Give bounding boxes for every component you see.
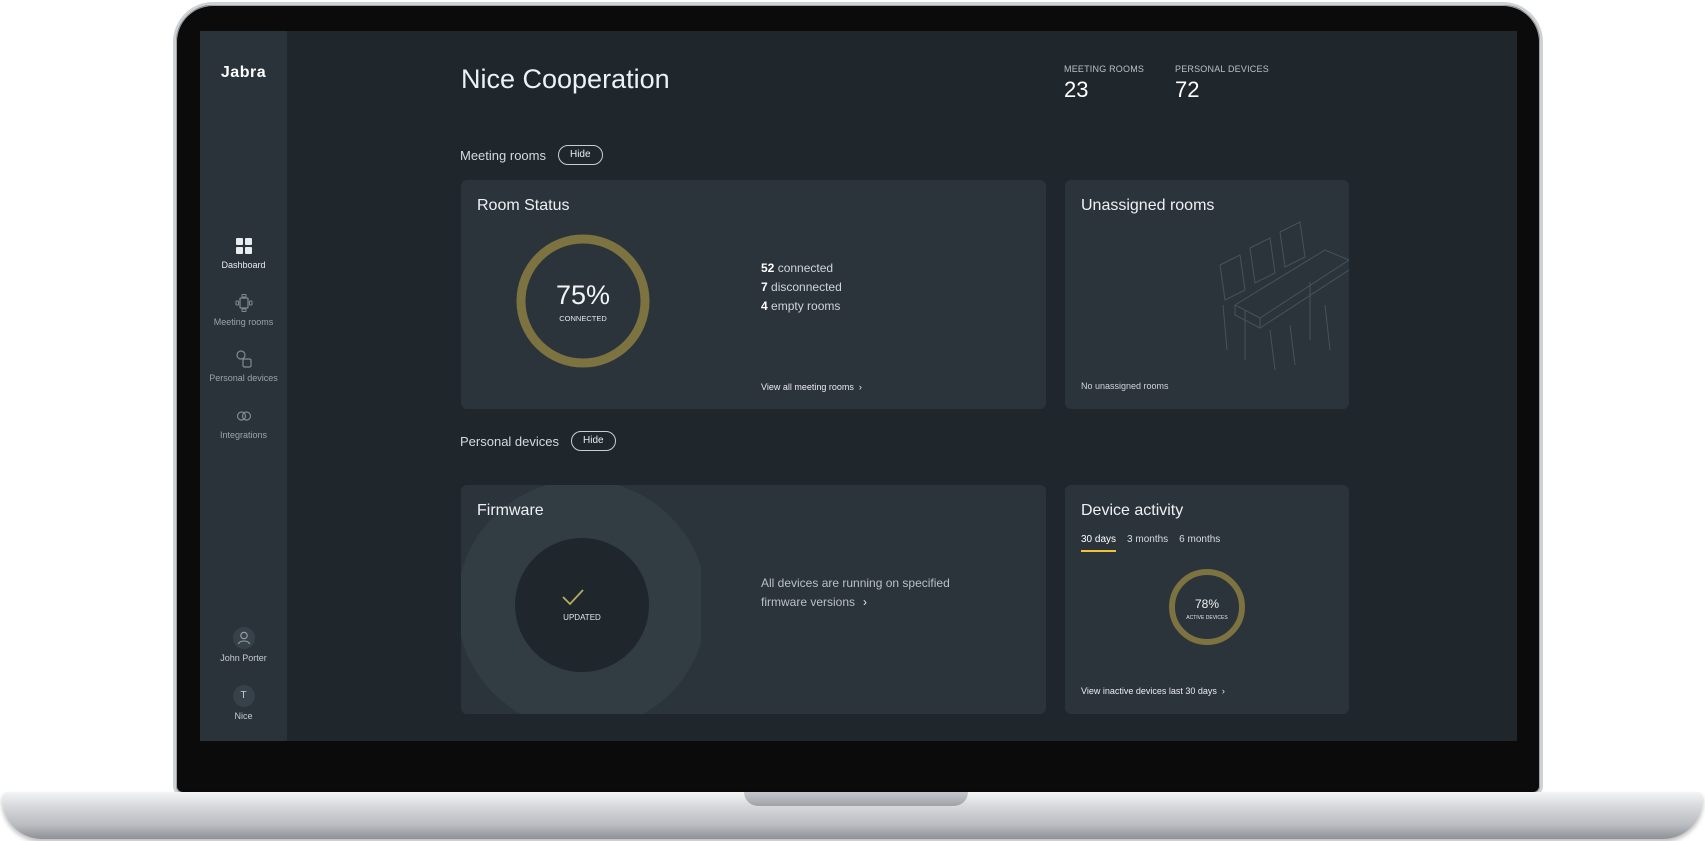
- connected-text: connected: [777, 261, 834, 275]
- view-inactive-devices-link[interactable]: View inactive devices last 30 days ›: [1081, 686, 1225, 696]
- tab-3-months[interactable]: 3 months: [1127, 534, 1168, 552]
- empty-rooms-row: 4 empty rooms: [761, 297, 842, 316]
- disconnected-text: disconnected: [771, 280, 842, 294]
- card-title: Room Status: [477, 197, 570, 214]
- stat-meeting-rooms: MEETING ROOMS 23: [1064, 64, 1144, 103]
- laptop-notch: [744, 792, 968, 806]
- chevron-right-icon: ›: [858, 382, 862, 392]
- card-title: Device activity: [1081, 502, 1184, 519]
- stat-label: PERSONAL DEVICES: [1175, 64, 1269, 74]
- link-label: View inactive devices last 30 days: [1081, 686, 1217, 696]
- org-name: Nice: [234, 711, 253, 721]
- chevron-right-icon: ›: [1221, 686, 1225, 696]
- sidebar-item-dashboard[interactable]: Dashboard: [200, 236, 287, 270]
- empty-text: empty rooms: [771, 299, 841, 313]
- firmware-message-link[interactable]: All devices are running on specified fir…: [761, 574, 981, 612]
- room-status-donut: 75% CONNECTED: [516, 234, 650, 368]
- user-icon: [232, 627, 255, 649]
- device-activity-card: Device activity 30 days 3 months 6 month…: [1065, 485, 1349, 714]
- user-profile[interactable]: John Porter: [200, 627, 287, 663]
- tab-30-days[interactable]: 30 days: [1081, 534, 1117, 552]
- donut-percent: 78%: [1195, 597, 1219, 611]
- stat-value: 72: [1175, 77, 1200, 102]
- checkmark-icon: [562, 589, 584, 606]
- stat-value: 23: [1064, 77, 1089, 102]
- donut-sub-label: CONNECTED: [559, 314, 607, 323]
- personal-devices-section-header: Personal devices Hide: [460, 431, 616, 451]
- donut-sub-label: ACTIVE DEVICES: [1186, 615, 1228, 621]
- firmware-message: All devices are running on specified fir…: [761, 576, 950, 609]
- chevron-right-icon: ›: [863, 595, 868, 609]
- user-name: John Porter: [220, 653, 267, 663]
- meeting-table-illustration: [1219, 221, 1349, 370]
- card-title: Firmware: [477, 502, 544, 519]
- connected-row: 52 connected: [761, 259, 842, 278]
- integrations-icon: [236, 411, 251, 421]
- section-title: Meeting rooms: [460, 147, 546, 163]
- view-all-meeting-rooms-link[interactable]: View all meeting rooms ›: [761, 382, 862, 392]
- dashboard-icon: [235, 238, 252, 254]
- sidebar-item-label: Personal devices: [209, 373, 278, 383]
- no-unassigned-rooms-note: No unassigned rooms: [1081, 381, 1169, 391]
- meeting-rooms-section-header: Meeting rooms Hide: [460, 145, 603, 165]
- section-title: Personal devices: [460, 433, 559, 449]
- sidebar-item-label: Integrations: [219, 430, 268, 440]
- room-status-list: 52 connected 7 disconnected 4 empty room…: [761, 259, 842, 316]
- disconnected-row: 7 disconnected: [761, 278, 842, 297]
- sidebar-item-label: Meeting rooms: [213, 317, 274, 327]
- connected-count: 52: [761, 261, 775, 275]
- disconnected-count: 7: [761, 280, 768, 294]
- firmware-status-label: UPDATED: [563, 613, 601, 622]
- org-avatar: T: [232, 685, 255, 707]
- tab-6-months[interactable]: 6 months: [1179, 534, 1220, 552]
- app-screen: Jabra Dashboard Meeting rooms Personal d…: [200, 31, 1517, 741]
- stat-personal-devices: PERSONAL DEVICES 72: [1175, 64, 1269, 103]
- organization-switcher[interactable]: T Nice: [200, 685, 287, 721]
- hide-meeting-rooms-button[interactable]: Hide: [557, 145, 603, 165]
- sidebar: Jabra Dashboard Meeting rooms Personal d…: [200, 31, 287, 741]
- sidebar-item-integrations[interactable]: Integrations: [200, 406, 287, 440]
- sidebar-item-label: Dashboard: [221, 260, 266, 270]
- link-label: View all meeting rooms: [761, 382, 854, 392]
- firmware-card: Firmware UPDATED All devices are running…: [461, 485, 1046, 714]
- device-activity-tabs: 30 days 3 months 6 months: [1081, 534, 1231, 552]
- page-title: Nice Cooperation: [461, 64, 670, 94]
- unassigned-rooms-card: Unassigned rooms No unassigned rooms: [1065, 180, 1349, 409]
- card-title: Unassigned rooms: [1081, 197, 1215, 214]
- room-status-card: Room Status 75% CONNECTED 52 connected 7…: [461, 180, 1046, 409]
- devices-icon: [235, 350, 252, 368]
- meeting-room-icon: [235, 294, 252, 312]
- device-activity-donut: 78% ACTIVE DEVICES: [1169, 569, 1245, 645]
- empty-count: 4: [761, 299, 768, 313]
- sidebar-item-personal-devices[interactable]: Personal devices: [200, 349, 287, 383]
- donut-percent: 75%: [556, 280, 610, 310]
- hide-personal-devices-button[interactable]: Hide: [571, 431, 616, 451]
- sidebar-item-meeting-rooms[interactable]: Meeting rooms: [200, 293, 287, 327]
- stat-label: MEETING ROOMS: [1064, 64, 1145, 74]
- brand-logo[interactable]: Jabra: [200, 64, 287, 82]
